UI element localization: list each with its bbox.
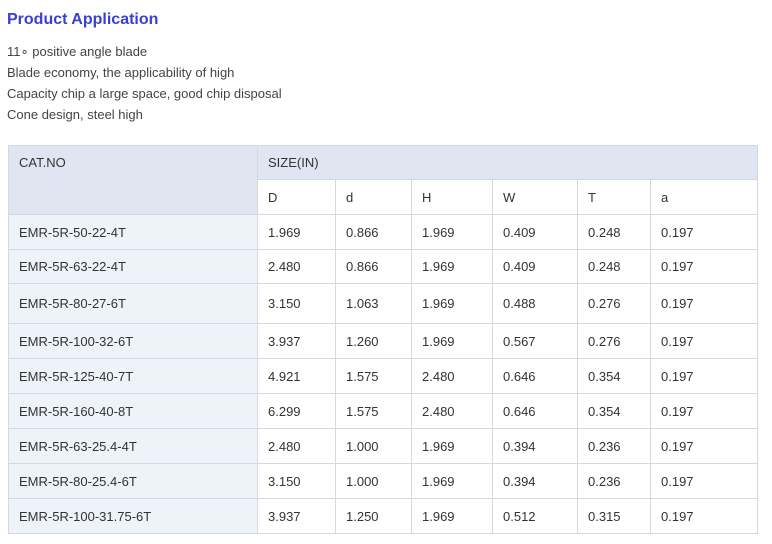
size-cell: 0.646 (492, 358, 578, 394)
cat-no-header: CAT.NO (8, 145, 258, 215)
size-cell: 2.480 (411, 358, 493, 394)
size-cell: 0.512 (492, 498, 578, 534)
size-header: SIZE(IN) (256, 145, 759, 180)
feature-item: Capacity chip a large space, good chip d… (7, 86, 282, 101)
feature-item: 11∘ positive angle blade (7, 44, 148, 59)
table-row: EMR-5R-50-22-4T 1.969 0.866 1.969 0.409 0.248… (8, 214, 759, 250)
size-cell: 0.248 (577, 214, 651, 250)
size-cell: 3.937 (257, 498, 336, 534)
feature-item: Cone design, steel high (7, 107, 143, 122)
column-header: D (257, 179, 336, 215)
size-cell: 1.969 (411, 463, 493, 499)
size-cell: 0.236 (577, 463, 651, 499)
feature-list: 11∘ positive angle blade Blade economy, … (7, 41, 282, 125)
size-cell: 3.150 (257, 283, 336, 324)
size-cell: 0.276 (577, 323, 651, 359)
size-cell: 2.480 (257, 249, 336, 284)
size-cell: 3.937 (257, 323, 336, 359)
column-header: a (649, 179, 759, 215)
column-header: d (335, 179, 412, 215)
size-cell: 0.197 (649, 249, 759, 284)
size-cell: 0.567 (492, 323, 578, 359)
table-row: EMR-5R-100-32-6T 3.937 1.260 1.969 0.567 0.27… (8, 323, 759, 359)
size-cell: 1.969 (411, 323, 493, 359)
spec-table: CAT.NO SIZE(IN) D d H W T a EMR-5R-50-22… (8, 145, 759, 534)
cat-no-cell: EMR-5R-50-22-4T (8, 214, 258, 250)
size-cell: 0.866 (335, 214, 412, 250)
cat-no-cell: EMR-5R-80-27-6T (8, 283, 258, 324)
size-cell: 0.354 (577, 358, 651, 394)
table-row: EMR-5R-63-25.4-4T 2.480 1.000 1.969 0.394 0.2… (8, 428, 759, 464)
table-row: EMR-5R-100-31.75-6T 3.937 1.250 1.969 0.512 0… (8, 498, 759, 534)
cat-no-cell: EMR-5R-63-22-4T (8, 249, 258, 284)
size-cell: 1.063 (335, 283, 412, 324)
size-cell: 1.969 (257, 214, 336, 250)
size-cell: 0.409 (492, 214, 578, 250)
table-row: EMR-5R-80-25.4-6T 3.150 1.000 1.969 0.394 0.2… (8, 463, 759, 499)
size-cell: 0.646 (492, 393, 578, 429)
size-cell: 3.150 (257, 463, 336, 499)
size-cell: 0.197 (649, 323, 759, 359)
column-header: H (411, 179, 493, 215)
size-cell: 0.394 (492, 428, 578, 464)
size-cell: 1.250 (335, 498, 412, 534)
cat-no-cell: EMR-5R-160-40-8T (8, 393, 258, 429)
size-cell: 4.921 (257, 358, 336, 394)
table-row: EMR-5R-80-27-6T 3.150 1.063 1.969 0.488 0.276… (8, 283, 759, 324)
size-cell: 1.260 (335, 323, 412, 359)
table-row: EMR-5R-125-40-7T 4.921 1.575 2.480 0.646 0.35… (8, 358, 759, 394)
cat-no-cell: EMR-5R-100-31.75-6T (8, 498, 258, 534)
table-row: EMR-5R-160-40-8T 6.299 1.575 2.480 0.646 0.35… (8, 393, 759, 429)
size-cell: 1.575 (335, 393, 412, 429)
size-cell: 2.480 (257, 428, 336, 464)
cat-no-cell: EMR-5R-80-25.4-6T (8, 463, 258, 499)
size-cell: 0.197 (649, 283, 759, 324)
size-cell: 1.969 (411, 428, 493, 464)
size-cell: 1.969 (411, 249, 493, 284)
size-cell: 0.197 (649, 428, 759, 464)
size-cell: 0.394 (492, 463, 578, 499)
feature-item: Blade economy, the applicability of high (7, 65, 235, 80)
cat-no-cell: EMR-5R-100-32-6T (8, 323, 258, 359)
size-cell: 1.969 (411, 498, 493, 534)
cat-no-cell: EMR-5R-63-25.4-4T (8, 428, 258, 464)
size-cell: 1.575 (335, 358, 412, 394)
size-cell: 0.248 (577, 249, 651, 284)
size-cell: 1.969 (411, 214, 493, 250)
size-cell: 0.409 (492, 249, 578, 284)
size-cell: 1.000 (335, 463, 412, 499)
table-row: EMR-5R-63-22-4T 2.480 0.866 1.969 0.409 0.248… (8, 249, 759, 284)
size-cell: 0.276 (577, 283, 651, 324)
size-cell: 0.197 (649, 393, 759, 429)
size-cell: 0.866 (335, 249, 412, 284)
size-cell: 1.969 (411, 283, 493, 324)
size-cell: 2.480 (411, 393, 493, 429)
size-cell: 0.315 (577, 498, 651, 534)
size-cell: 0.197 (649, 214, 759, 250)
page-title: Product Application (7, 11, 159, 28)
size-cell: 0.236 (577, 428, 651, 464)
size-cell: 0.197 (649, 498, 759, 534)
column-header: W (492, 179, 578, 215)
size-cell: 0.354 (577, 393, 651, 429)
size-cell: 1.000 (335, 428, 412, 464)
cat-no-cell: EMR-5R-125-40-7T (8, 358, 258, 394)
size-cell: 6.299 (257, 393, 336, 429)
size-cell: 0.197 (649, 358, 759, 394)
size-cell: 0.488 (492, 283, 578, 324)
column-header: T (577, 179, 651, 215)
size-cell: 0.197 (649, 463, 759, 499)
